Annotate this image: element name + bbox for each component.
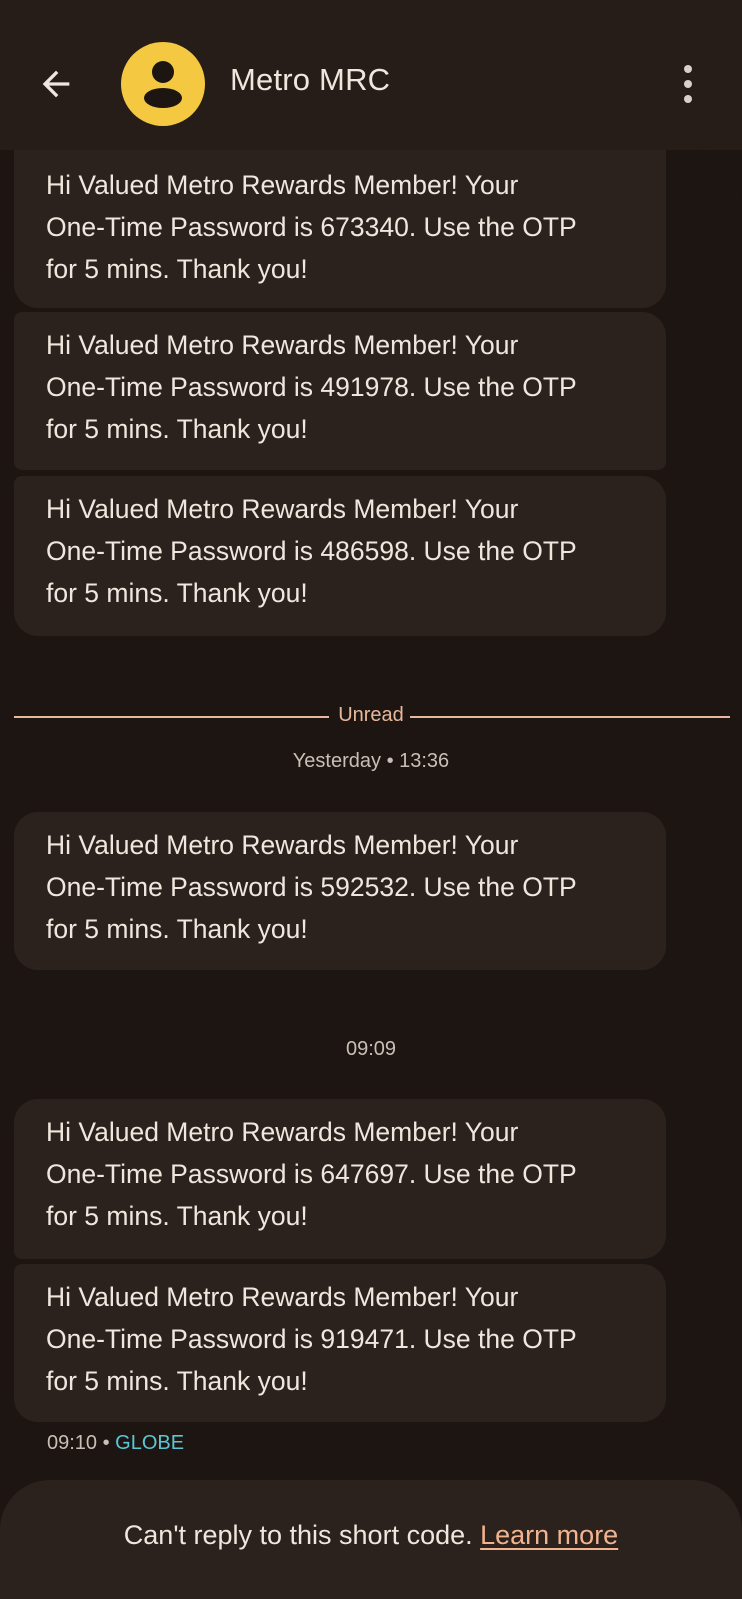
message-text-line: Hi Valued Metro Rewards Member! Your [46, 330, 519, 360]
message-bubble[interactable]: Hi Valued Metro Rewards Member! Your One… [14, 312, 666, 470]
message-bubble[interactable]: Hi Valued Metro Rewards Member! Your One… [14, 812, 666, 970]
message-text-line: One-Time Password is 919471. Use the OTP [46, 1324, 577, 1354]
message-text-line: Hi Valued Metro Rewards Member! Your [46, 830, 519, 860]
message-text-line: One-Time Password is 647697. Use the OTP [46, 1159, 577, 1189]
message-text-line: for 5 mins. Thank you! [46, 914, 308, 944]
conversation-screen: Metro MRC Hi Valued Metro Rewards Member… [0, 0, 742, 1599]
carrier-label: GLOBE [115, 1432, 185, 1454]
message-text-line: One-Time Password is 491978. Use the OTP [46, 372, 577, 402]
message-bubble[interactable]: Hi Valued Metro Rewards Member! Your One… [14, 150, 666, 308]
cannot-reply-text: Can't reply to this short code. [123, 1520, 481, 1550]
message-text-line: for 5 mins. Thank you! [46, 1366, 308, 1396]
message-text-line: One-Time Password is 486598. Use the OTP [46, 536, 577, 566]
more-options-button[interactable] [670, 60, 706, 108]
contact-avatar[interactable] [121, 42, 205, 126]
unread-label: Unread [338, 704, 404, 726]
message-time: 09:10 • [47, 1432, 116, 1454]
learn-more-link[interactable]: Learn more [480, 1520, 618, 1550]
message-text-line: for 5 mins. Thank you! [46, 1201, 308, 1231]
message-bubble[interactable]: Hi Valued Metro Rewards Member! Your One… [14, 1099, 666, 1259]
message-text-line: for 5 mins. Thank you! [46, 254, 308, 284]
message-text-line: for 5 mins. Thank you! [46, 578, 308, 608]
back-button[interactable] [30, 58, 82, 110]
message-text-line: One-Time Password is 673340. Use the OTP [46, 212, 577, 242]
conversation-title: Metro MRC [230, 62, 391, 97]
person-icon [144, 61, 182, 108]
message-text-line: One-Time Password is 592532. Use the OTP [46, 872, 577, 902]
app-header: Metro MRC [0, 0, 742, 150]
message-text-line: Hi Valued Metro Rewards Member! Your [46, 1282, 519, 1312]
message-text-line: Hi Valued Metro Rewards Member! Your [46, 170, 519, 200]
date-separator: Yesterday • 13:36 [292, 750, 450, 772]
message-text-line: Hi Valued Metro Rewards Member! Your [46, 494, 519, 524]
message-bubble[interactable]: Hi Valued Metro Rewards Member! Your One… [14, 476, 666, 636]
message-text-line: Hi Valued Metro Rewards Member! Your [46, 1117, 519, 1147]
message-text-line: for 5 mins. Thank you! [46, 414, 308, 444]
message-bubble[interactable]: Hi Valued Metro Rewards Member! Your One… [14, 1264, 666, 1422]
message-meta: 09:10 • GLOBE [47, 1432, 184, 1455]
cannot-reply-notice: Can't reply to this short code. Learn mo… [0, 1520, 742, 1551]
arrow-back-icon [42, 70, 70, 98]
more-vert-icon [684, 65, 692, 73]
time-separator: 09:09 [345, 1038, 397, 1060]
